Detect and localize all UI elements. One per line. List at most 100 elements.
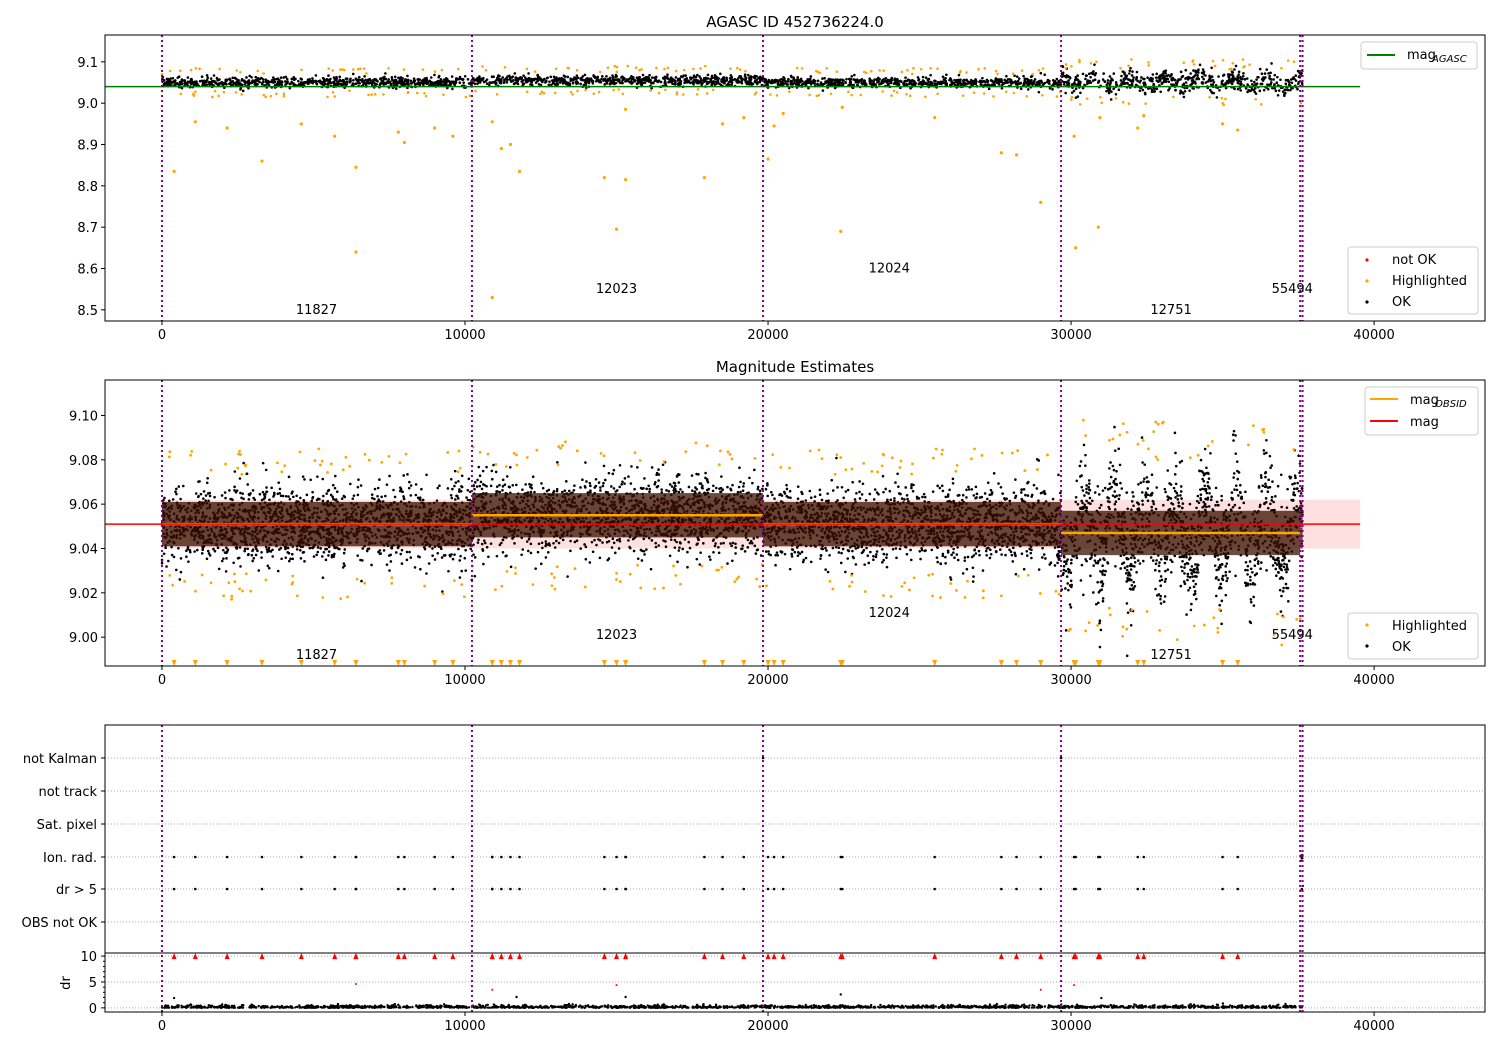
ok-point (1038, 83, 1041, 87)
ok-point (948, 78, 951, 82)
highlighted-point (331, 91, 335, 94)
highlighted-point (218, 67, 221, 71)
ok-point (331, 495, 334, 499)
ok-point (269, 550, 273, 553)
ok-point (406, 473, 409, 476)
ok-point (1182, 92, 1185, 95)
ok-point (181, 484, 185, 488)
ok-point (1202, 77, 1205, 81)
ok-point (530, 79, 534, 82)
ok-point (1019, 81, 1022, 85)
ok-point (268, 498, 271, 502)
highlighted-point (882, 69, 886, 72)
highlighted-point (367, 458, 371, 462)
ok-point (1093, 63, 1096, 66)
highlighted-point (703, 64, 707, 68)
ok-point (718, 487, 721, 490)
ok-point (1126, 82, 1129, 85)
highlighted-point (291, 574, 295, 578)
ok-point (1273, 83, 1276, 86)
highlighted-point (190, 449, 194, 453)
highlighted-point (462, 595, 466, 599)
ok-point (529, 83, 532, 86)
figure: AGASC ID 452736224.011827120231202412751… (22, 13, 1486, 1034)
ok-point (310, 81, 314, 84)
ok-point (673, 79, 676, 83)
ok-point (299, 496, 302, 500)
ok-point (1126, 78, 1130, 81)
ok-point (338, 547, 341, 551)
ok-point (315, 82, 319, 86)
highlighted-point (1147, 61, 1150, 64)
highlighted-point (291, 581, 295, 584)
ok-point (202, 490, 206, 493)
ok-point (1233, 87, 1236, 91)
highlighted-point (171, 583, 175, 587)
ok-point (231, 498, 234, 502)
ok-point (451, 87, 454, 91)
ok-point (298, 548, 302, 552)
highlighted-point (772, 124, 776, 128)
ok-point (314, 79, 318, 83)
ok-point (735, 80, 738, 83)
ok-point (548, 80, 551, 83)
highlighted-point (396, 130, 400, 134)
highlighted-point (183, 580, 186, 583)
ok-point (305, 493, 309, 497)
highlighted-point (298, 450, 302, 454)
ok-point (1236, 87, 1240, 91)
ok-point (1108, 75, 1112, 78)
ok-point (926, 78, 930, 82)
highlighted-point (1191, 60, 1194, 63)
ok-point (921, 75, 925, 79)
highlighted-point (416, 91, 419, 95)
ok-point (394, 551, 398, 554)
chart-title: Magnitude Estimates (716, 358, 874, 376)
ok-point (1003, 78, 1007, 82)
ok-point (1106, 79, 1110, 82)
ok-point (506, 75, 509, 78)
ok-point (463, 556, 467, 560)
ok-point (669, 80, 673, 84)
ok-point (821, 89, 825, 92)
ok-point (908, 82, 911, 86)
ok-point (832, 81, 835, 85)
ok-point (164, 546, 167, 550)
ok-point (245, 472, 249, 476)
ok-point (1174, 88, 1177, 92)
highlighted-point (313, 459, 317, 463)
ok-point (1132, 76, 1135, 79)
ok-point (398, 81, 402, 85)
highlighted-point (424, 94, 428, 98)
ok-point (356, 485, 360, 489)
highlighted-point (738, 68, 742, 71)
ok-point (344, 77, 348, 80)
highlighted-point (1280, 66, 1283, 70)
ok-point (1209, 79, 1213, 83)
ok-point (967, 82, 970, 85)
ok-point (1269, 77, 1272, 81)
ok-point (1033, 78, 1037, 81)
ok-point (1096, 81, 1100, 84)
ok-point (1194, 70, 1197, 73)
highlighted-point (1121, 100, 1125, 104)
ok-point (600, 77, 603, 81)
ok-point (1124, 81, 1127, 85)
ok-point (240, 78, 244, 81)
ok-point (414, 82, 417, 86)
ok-point (373, 497, 376, 501)
ok-point (205, 83, 209, 86)
ok-point (1290, 81, 1294, 85)
ok-point (420, 487, 423, 491)
ok-point (554, 83, 557, 87)
ok-point (1246, 83, 1249, 86)
ok-point (648, 79, 651, 83)
highlighted-point (839, 229, 843, 233)
ok-point (779, 81, 783, 85)
ok-point (1276, 94, 1280, 97)
ok-point (209, 77, 213, 80)
ok-point (454, 81, 458, 85)
highlighted-point (1070, 65, 1073, 68)
ok-point (212, 74, 216, 77)
ok-point (882, 78, 885, 81)
